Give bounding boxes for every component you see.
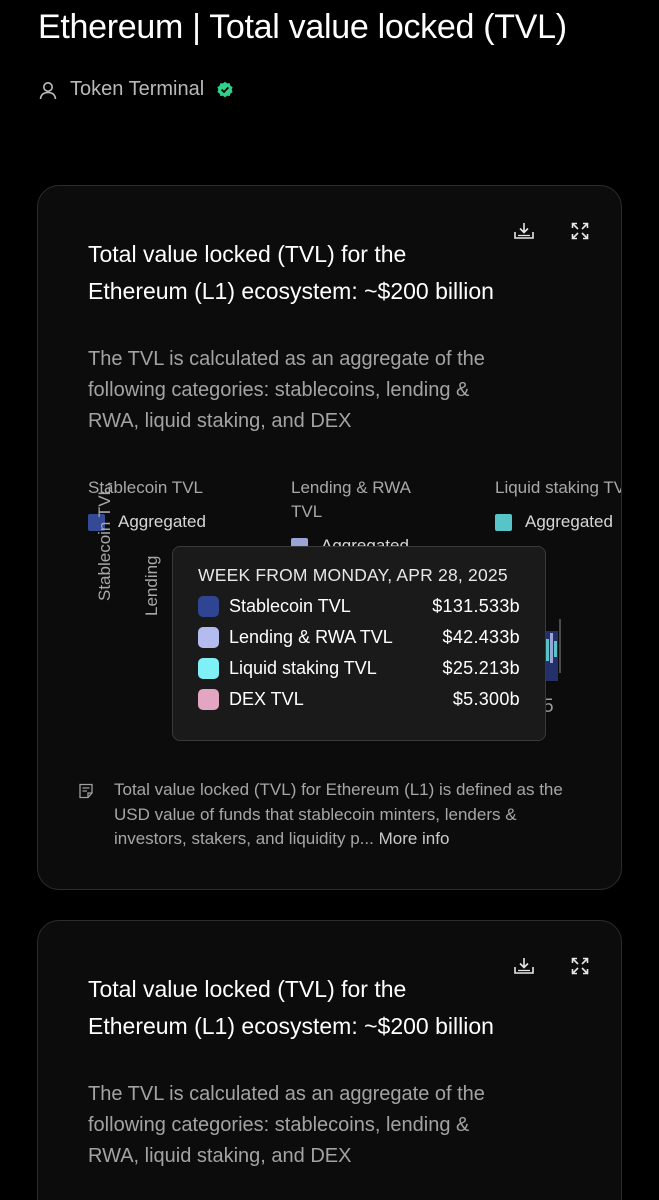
tooltip-swatch xyxy=(198,626,219,648)
user-icon xyxy=(38,80,58,100)
tooltip-swatch xyxy=(198,688,219,710)
definition-text: Total value locked (TVL) for Ethereum (L… xyxy=(114,778,588,852)
tooltip-row: DEX TVL $5.300b xyxy=(198,688,520,710)
chart-area[interactable] xyxy=(544,611,562,681)
tvl-card: Total value locked (TVL) for the Ethereu… xyxy=(37,185,622,890)
card-title: Total value locked (TVL) for the Ethereu… xyxy=(88,976,494,1039)
verified-icon xyxy=(216,81,234,99)
card-subtitle: The TVL is calculated as an aggregate of… xyxy=(88,1083,485,1167)
tooltip-value: $25.213b xyxy=(442,657,520,678)
tooltip-label: Lending & RWA TVL xyxy=(229,626,393,647)
legend-item[interactable]: Aggregated xyxy=(495,510,621,534)
card-actions xyxy=(511,953,593,979)
chart-tooltip: WEEK FROM MONDAY, APR 28, 2025 Stablecoi… xyxy=(172,546,546,741)
y-axis-label: Stablecoin TVL, xyxy=(95,481,114,601)
legend-title: Liquid staking TVL xyxy=(495,478,622,497)
download-icon[interactable] xyxy=(511,218,537,244)
card-subtitle: The TVL is calculated as an aggregate of… xyxy=(88,348,485,432)
expand-icon[interactable] xyxy=(567,953,593,979)
tooltip-swatch xyxy=(198,657,219,679)
download-icon[interactable] xyxy=(511,953,537,979)
author-name[interactable]: Token Terminal xyxy=(70,78,204,101)
expand-icon[interactable] xyxy=(567,218,593,244)
legend-title: Lending & RWA TVL xyxy=(291,478,411,521)
legend-item-label: Aggregated xyxy=(118,512,206,531)
tvl-card-2: Total value locked (TVL) for the Ethereu… xyxy=(37,920,622,1200)
definition-body: Total value locked (TVL) for Ethereum (L… xyxy=(114,780,563,848)
tooltip-label: DEX TVL xyxy=(229,688,304,709)
tooltip-label: Liquid staking TVL xyxy=(229,657,377,678)
legend-item-label: Aggregated xyxy=(525,512,613,531)
tooltip-value: $5.300b xyxy=(452,688,520,709)
y-axis-label-secondary: Lending xyxy=(142,555,161,616)
tooltip-header: WEEK FROM MONDAY, APR 28, 2025 xyxy=(198,565,508,585)
card-title: Total value locked (TVL) for the Ethereu… xyxy=(88,241,494,304)
more-info-link[interactable]: More info xyxy=(379,829,450,848)
document-icon xyxy=(78,783,94,799)
author-row: Token Terminal xyxy=(38,78,234,101)
legend-liquid-staking: Liquid staking TVL Aggregated xyxy=(495,476,622,534)
tooltip-row: Stablecoin TVL $131.533b xyxy=(198,595,520,617)
card-actions xyxy=(511,218,593,244)
tooltip-row: Lending & RWA TVL $42.433b xyxy=(198,626,520,648)
page-title: Ethereum | Total value locked (TVL) xyxy=(38,8,567,46)
tooltip-value: $42.433b xyxy=(442,626,520,647)
tooltip-swatch xyxy=(198,595,219,617)
tooltip-row: Liquid staking TVL $25.213b xyxy=(198,657,520,679)
legend-swatch xyxy=(495,513,512,531)
tooltip-value: $131.533b xyxy=(432,595,520,616)
metric-definition: Total value locked (TVL) for Ethereum (L… xyxy=(78,778,588,852)
tooltip-label: Stablecoin TVL xyxy=(229,595,351,616)
